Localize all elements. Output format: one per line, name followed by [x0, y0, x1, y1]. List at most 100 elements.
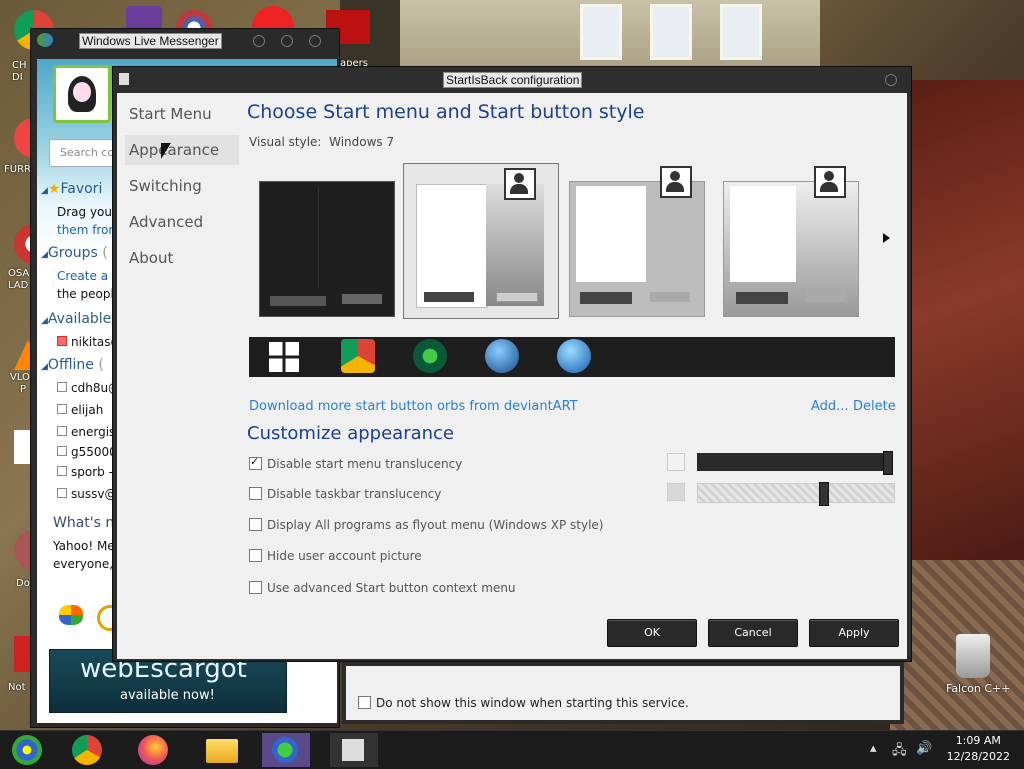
desktop-label-osa: OSA [8, 268, 30, 279]
dialog-titlebar[interactable]: StartIsBack configuration [113, 67, 911, 91]
next-styles-arrow-icon[interactable] [883, 233, 890, 243]
favorites-header[interactable]: ◢★Favori [41, 181, 102, 197]
messenger-maximize-button[interactable] [281, 35, 293, 47]
orb-chrome-icon[interactable] [341, 339, 375, 373]
visual-style-value: Windows 7 [329, 135, 395, 149]
startmenu-color-swatch[interactable] [667, 453, 685, 471]
apply-button[interactable]: Apply [809, 619, 899, 647]
contact-offline[interactable]: sporb - [57, 465, 113, 479]
style-thumb-dark[interactable] [259, 181, 395, 317]
taskbar: ▴ 🖧 🔊 1:09 AM 12/28/2022 [0, 730, 1024, 769]
status-offline-icon [57, 466, 67, 476]
startmenu-translucency-slider[interactable] [697, 451, 893, 475]
nav-switching[interactable]: Switching [125, 171, 239, 201]
offline-header[interactable]: ◢Offline ( [41, 357, 104, 373]
option-disable-startmenu-translucency[interactable]: Disable start menu translucency [249, 455, 462, 473]
orb-windows-flat-icon[interactable] [269, 342, 299, 372]
cancel-button[interactable]: Cancel [708, 619, 798, 647]
disable-taskbar-translucency-checkbox[interactable] [249, 487, 262, 500]
tray-overflow-icon[interactable]: ▴ [870, 741, 877, 756]
customize-heading: Customize appearance [247, 423, 454, 444]
taskbar-firefox-icon[interactable] [130, 733, 178, 767]
messenger-titlebar[interactable]: Windows Live Messenger [31, 29, 339, 53]
recycle-bin-icon[interactable] [956, 634, 990, 678]
user-account-icon [504, 168, 536, 200]
taskbar-slider-thumb[interactable] [819, 482, 829, 506]
taskbar-escargot-icon[interactable] [4, 733, 52, 767]
user-account-icon [814, 166, 846, 198]
style-thumb-win7[interactable] [403, 163, 559, 319]
dialog-title: StartIsBack configuration [443, 72, 583, 88]
option-advanced-context-menu[interactable]: Use advanced Start button context menu [249, 581, 516, 597]
style-thumb-vista[interactable] [569, 166, 705, 317]
startisback-dialog[interactable]: StartIsBack configuration Start Menu App… [112, 66, 912, 662]
messenger-close-button[interactable] [309, 35, 321, 47]
contact-offline[interactable]: sussv@ [57, 487, 116, 501]
msn-butterfly-icon[interactable] [59, 605, 83, 625]
style-thumb-plain[interactable] [723, 166, 859, 317]
taskbar-chrome-icon[interactable] [64, 733, 112, 767]
download-orbs-link[interactable]: Download more start button orbs from dev… [249, 399, 578, 414]
dont-show-checkbox[interactable] [358, 696, 371, 709]
orb-windows7-icon[interactable] [557, 339, 591, 373]
banner-subtitle: available now! [120, 688, 215, 703]
nav-advanced[interactable]: Advanced [125, 207, 239, 237]
option-disable-taskbar-translucency[interactable]: Disable taskbar translucency [249, 487, 441, 503]
groups-header[interactable]: ◢Groups ( [41, 245, 108, 261]
start-orb-bar [249, 337, 895, 377]
taskbar-translucency-slider[interactable] [697, 482, 895, 506]
advanced-context-menu-checkbox[interactable] [249, 581, 262, 594]
falcon-label: Falcon C++ [946, 682, 1011, 695]
startisback-app-icon [119, 73, 129, 85]
status-offline-icon [57, 382, 67, 392]
taskbar-explorer-icon[interactable] [198, 733, 246, 767]
contact-offline[interactable]: g55000 [57, 445, 117, 459]
desktop-label-not: Not [8, 682, 26, 693]
status-offline-icon [57, 426, 67, 436]
style-heading: Choose Start menu and Start button style [247, 101, 645, 123]
disable-startmenu-translucency-checkbox[interactable] [249, 455, 262, 470]
taskbar-startisback-icon[interactable] [330, 733, 378, 767]
messenger-title: Windows Live Messenger [79, 33, 222, 49]
dialog-body: Start Menu Appearance Switching Advanced… [117, 93, 907, 659]
contact-offline[interactable]: energist [57, 425, 120, 439]
taskbar-messenger-icon[interactable] [262, 733, 310, 767]
network-icon[interactable]: 🖧 [892, 741, 907, 763]
ok-button[interactable]: OK [607, 619, 697, 647]
startmenu-slider-thumb[interactable] [883, 451, 893, 475]
hide-user-picture-checkbox[interactable] [249, 549, 262, 562]
messenger-minimize-button[interactable] [253, 35, 265, 47]
groups-line1[interactable]: Create a [57, 269, 108, 283]
clock[interactable]: 1:09 AM 12/28/2022 [947, 733, 1010, 765]
messenger-avatar[interactable] [53, 65, 111, 123]
desktop-label-lad: LAD [8, 280, 29, 291]
orb-clover-icon[interactable] [413, 339, 447, 373]
status-busy-icon [57, 336, 67, 346]
dont-show-option[interactable]: Do not show this window when starting th… [358, 696, 689, 710]
service-window[interactable]: Do not show this window when starting th… [342, 660, 904, 724]
status-offline-icon [57, 488, 67, 498]
nav-start-menu[interactable]: Start Menu [125, 99, 239, 129]
add-orb-link[interactable]: Add... [811, 399, 849, 414]
mouse-cursor-icon [161, 143, 171, 159]
dialog-close-button[interactable] [885, 74, 897, 86]
favorites-line2[interactable]: them from [57, 223, 120, 237]
clock-time: 1:09 AM [955, 734, 1001, 747]
available-header[interactable]: ◢Available [41, 311, 111, 327]
nav-about[interactable]: About [125, 243, 239, 273]
desktop-label-vlo: VLO [10, 372, 30, 383]
desktop-label-p: P [20, 384, 27, 395]
volume-icon[interactable]: 🔊 [916, 741, 932, 756]
all-programs-flyout-checkbox[interactable] [249, 518, 262, 531]
option-hide-user-picture[interactable]: Hide user account picture [249, 549, 422, 565]
nav-appearance[interactable]: Appearance [125, 135, 239, 165]
taskbar-color-swatch[interactable] [667, 483, 685, 501]
contact-offline[interactable]: elijah [57, 403, 103, 417]
delete-orb-link[interactable]: Delete [853, 399, 896, 414]
orb-windows-vista-icon[interactable] [485, 339, 519, 373]
contact-offline[interactable]: cdh8u@ [57, 381, 120, 395]
desktop-label-do: Do [16, 578, 30, 589]
desktop-label-di: DI [12, 72, 23, 83]
option-all-programs-flyout[interactable]: Display All programs as flyout menu (Win… [249, 518, 603, 534]
desktop-label-furr: FURR [4, 164, 31, 175]
